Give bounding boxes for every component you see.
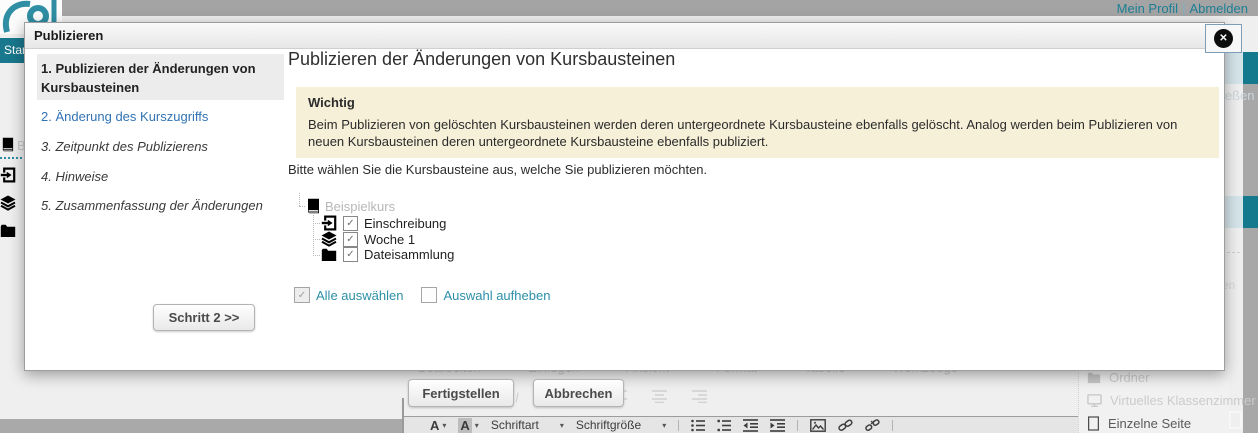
profile-link[interactable]: Mein Profil bbox=[1117, 1, 1178, 16]
toolbar-separator bbox=[678, 420, 679, 431]
wizard-step-2-link[interactable]: 2. Änderung des Kurszugriffs bbox=[41, 109, 208, 124]
editor-toolbar: A▾ A▾ Schriftart▾ Schriftgröße▾ bbox=[404, 416, 1078, 433]
dialog-close-button[interactable]: ✕ bbox=[1205, 24, 1242, 53]
wizard-step-4: 4. Hinweise bbox=[41, 169, 108, 184]
font-size-dropdown[interactable]: Schriftgröße▾ bbox=[576, 418, 666, 432]
align-right-icon bbox=[692, 390, 707, 403]
notice-body: Beim Publizieren von gelöschten Kursbaus… bbox=[308, 116, 1207, 150]
bg-right-tab-teal bbox=[1243, 52, 1258, 84]
page-icon bbox=[1228, 411, 1243, 429]
content-heading: Publizieren der Änderungen von Kursbaust… bbox=[288, 49, 675, 70]
italic-button-dimmed: I bbox=[515, 389, 519, 405]
link-divider: | bbox=[1178, 1, 1189, 16]
layers-icon bbox=[0, 195, 16, 211]
tree-root-label: Beispielkurs bbox=[325, 199, 395, 214]
book-icon bbox=[0, 137, 15, 152]
bottom-gray-strip bbox=[0, 419, 402, 433]
tree-label: Einschreibung bbox=[364, 216, 446, 231]
checkbox-einschreibung[interactable]: ✓ bbox=[343, 216, 358, 231]
tree-connector bbox=[313, 213, 314, 256]
wizard-step-1-current: 1. Publizieren der Änderungen von Kursba… bbox=[37, 54, 284, 100]
layers-icon bbox=[321, 231, 337, 247]
tree-row-dateisammlung: ✓ Dateisammlung bbox=[321, 247, 454, 262]
bg-right-gray-band bbox=[1243, 84, 1258, 433]
page-icon bbox=[1087, 416, 1100, 431]
top-bar bbox=[0, 0, 1258, 16]
font-family-dropdown[interactable]: Schriftart▾ bbox=[491, 418, 564, 432]
enrollment-icon bbox=[0, 167, 16, 183]
logout-link[interactable]: Abmelden bbox=[1189, 1, 1248, 16]
tree-connector bbox=[313, 239, 320, 240]
unlink-icon[interactable] bbox=[865, 419, 880, 432]
select-all-checkbox-icon: ✓ bbox=[294, 287, 310, 303]
publish-dialog: Publizieren 1. Publizieren der Änderunge… bbox=[24, 22, 1225, 371]
wizard-step-5: 5. Zusammenfassung der Änderungen bbox=[41, 198, 263, 213]
folder-icon bbox=[321, 248, 337, 262]
tree-connector bbox=[313, 255, 320, 256]
finish-button[interactable]: Fertigstellen bbox=[408, 379, 514, 407]
menu-item-ordner: Ordner bbox=[1087, 370, 1149, 385]
deselect-checkbox-icon bbox=[421, 287, 437, 303]
bg-right-tab-teal-2 bbox=[1243, 196, 1258, 228]
numbered-list-icon[interactable] bbox=[717, 419, 731, 432]
next-step-button[interactable]: Schritt 2 >> bbox=[153, 304, 255, 331]
tree-row-woche-1: ✓ Woche 1 bbox=[321, 231, 415, 247]
bg-right-tab-light-2 bbox=[1222, 196, 1243, 228]
chevron-down-icon: ▾ bbox=[442, 421, 446, 430]
tree-connector bbox=[313, 223, 320, 224]
select-all-link[interactable]: Alle auswählen bbox=[316, 288, 403, 303]
tree-label: Woche 1 bbox=[364, 232, 415, 247]
toolbar-separator bbox=[892, 420, 893, 431]
outdent-icon[interactable] bbox=[743, 419, 758, 432]
dialog-title: Publizieren bbox=[25, 23, 1224, 49]
selection-links: ✓ Alle auswählen Auswahl aufheben bbox=[294, 287, 550, 303]
checkbox-woche-1[interactable]: ✓ bbox=[343, 232, 358, 247]
font-color-button[interactable]: A▾ bbox=[430, 418, 446, 433]
bg-right-tab-light bbox=[1222, 52, 1243, 84]
insert-image-icon[interactable] bbox=[810, 419, 826, 432]
font-highlight-button[interactable]: A▾ bbox=[458, 418, 478, 433]
bullet-list-icon[interactable] bbox=[691, 419, 705, 432]
notice-title: Wichtig bbox=[308, 95, 1207, 110]
enrollment-icon bbox=[321, 215, 337, 231]
link-icon[interactable] bbox=[838, 419, 853, 432]
wizard-step-3: 3. Zeitpunkt des Publizierens bbox=[41, 139, 208, 154]
chevron-down-icon: ▾ bbox=[560, 421, 564, 430]
chevron-down-icon: ▾ bbox=[475, 421, 479, 430]
tree-row-einschreibung: ✓ Einschreibung bbox=[321, 215, 446, 231]
close-icon: ✕ bbox=[1214, 29, 1233, 48]
folder-icon bbox=[1087, 372, 1101, 384]
chevron-down-icon: ▾ bbox=[662, 421, 666, 430]
indent-icon[interactable] bbox=[770, 419, 785, 432]
instruction-text: Bitte wählen Sie die Kursbausteine aus, … bbox=[288, 162, 707, 177]
align-center-icon bbox=[652, 390, 667, 403]
tree-label: Dateisammlung bbox=[364, 247, 454, 262]
course-element-menu: Ordner Virtuelles Klassenzimmer Einzelne… bbox=[1078, 366, 1229, 433]
tree-connector bbox=[299, 193, 300, 206]
deselect-all-link[interactable]: Auswahl aufheben bbox=[443, 288, 550, 303]
session-links: Mein Profil|Abmelden bbox=[1117, 1, 1248, 16]
cancel-button[interactable]: Abbrechen bbox=[533, 379, 624, 407]
book-icon bbox=[305, 198, 321, 214]
toolbar-separator bbox=[797, 420, 798, 431]
monitor-icon bbox=[1087, 393, 1102, 408]
bg-clipped-text-top: ießen bbox=[1222, 88, 1255, 103]
menu-item-virtuelles-klassenzimmer: Virtuelles Klassenzimmer bbox=[1087, 393, 1256, 408]
checkbox-dateisammlung[interactable]: ✓ bbox=[343, 247, 358, 262]
important-notice: Wichtig Beim Publizieren von gelöschten … bbox=[296, 87, 1219, 158]
screen: Mein Profil|Abmelden Starts B ießen en B… bbox=[0, 0, 1258, 433]
menu-item-einzelne-seite[interactable]: Einzelne Seite bbox=[1087, 416, 1191, 431]
folder-icon bbox=[0, 224, 16, 238]
